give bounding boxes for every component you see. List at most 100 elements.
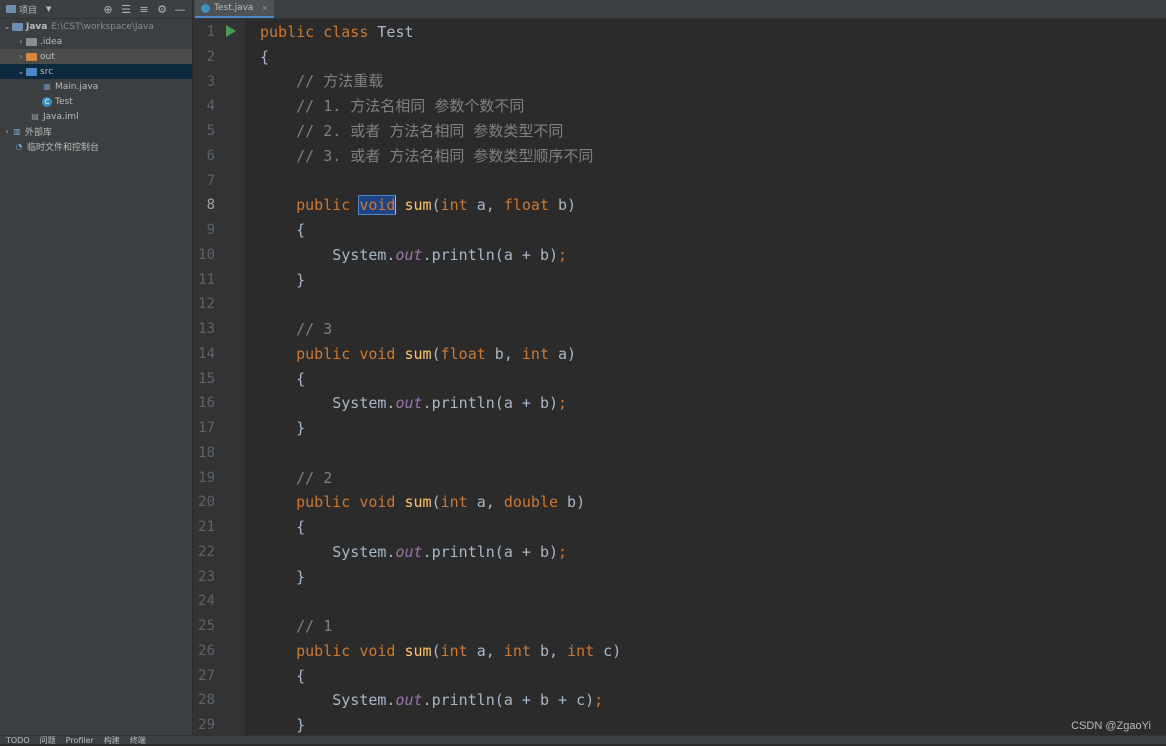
code-line-4: // 1. 方法名相同 参数个数不同 bbox=[260, 94, 524, 118]
paren: ( bbox=[431, 196, 441, 214]
tree-item-label: Test bbox=[55, 96, 73, 107]
method-name: sum bbox=[404, 642, 432, 660]
param: a, bbox=[467, 196, 504, 214]
brace: { bbox=[260, 48, 270, 66]
tree-item-out[interactable]: › out bbox=[0, 49, 192, 64]
brace: } bbox=[296, 419, 306, 437]
comment: // 3 bbox=[260, 320, 333, 338]
line-number: 15 bbox=[198, 370, 215, 387]
hide-icon[interactable]: — bbox=[174, 3, 186, 16]
tree-item-label: out bbox=[40, 51, 55, 62]
brace: } bbox=[296, 716, 306, 734]
tree-item-test[interactable]: C Test bbox=[0, 94, 192, 109]
tree-item-label: Main.java bbox=[55, 81, 99, 92]
module-folder-icon bbox=[12, 22, 23, 31]
line-number: 9 bbox=[206, 222, 215, 238]
class-ref: System. bbox=[332, 246, 396, 264]
code-line-27: { bbox=[260, 664, 305, 688]
tree-item-java-iml[interactable]: ▤ Java.iml bbox=[0, 109, 192, 124]
scratches-icon: ◔ bbox=[15, 142, 23, 151]
keyword: void bbox=[359, 493, 396, 511]
param: a, bbox=[467, 493, 504, 511]
code-line-3: // 方法重载 bbox=[260, 69, 383, 93]
text-caret bbox=[395, 196, 396, 214]
param: b) bbox=[549, 196, 577, 214]
keyword: int bbox=[503, 642, 531, 660]
project-tree: ⌄ Java E:\CST\workspace\Java › .idea › o… bbox=[0, 19, 192, 154]
comment: // 3. 或者 方法名相同 参数类型顺序不同 bbox=[260, 147, 594, 165]
tree-item-external-libraries[interactable]: › ▥ 外部库 bbox=[0, 124, 192, 139]
chevron-down-icon[interactable]: ⌄ bbox=[2, 22, 12, 31]
code-line-8: public void sum(int a, float b) bbox=[260, 193, 576, 217]
source-folder-icon bbox=[26, 67, 37, 76]
line-number: 20 bbox=[198, 494, 215, 511]
tree-item-java[interactable]: ⌄ Java E:\CST\workspace\Java bbox=[0, 19, 192, 34]
keyword: float bbox=[440, 345, 486, 363]
static-field: out bbox=[395, 394, 423, 412]
code-line-9: { bbox=[260, 218, 305, 242]
collapse-all-icon[interactable]: ≡ bbox=[138, 3, 150, 16]
chevron-right-icon[interactable]: › bbox=[16, 37, 26, 46]
keyword: int bbox=[567, 642, 595, 660]
expand-all-icon[interactable]: ☰ bbox=[120, 3, 132, 16]
project-icon bbox=[6, 5, 16, 13]
line-number: 27 bbox=[198, 667, 215, 684]
code-line-25: // 1 bbox=[260, 614, 332, 638]
keyword: float bbox=[503, 196, 549, 214]
line-number: 2 bbox=[206, 48, 215, 65]
tree-item-src[interactable]: ⌄ src bbox=[0, 64, 192, 79]
keyword: double bbox=[503, 493, 559, 511]
paren: ( bbox=[431, 345, 441, 363]
line-number: 16 bbox=[198, 395, 215, 412]
line-number: 14 bbox=[198, 345, 215, 362]
tree-item-scratches[interactable]: ◔ 临时文件和控制台 bbox=[0, 139, 192, 154]
comment: // 2 bbox=[260, 469, 333, 487]
keyword: void bbox=[359, 345, 396, 363]
tab-test-java[interactable]: Test.java ✕ bbox=[195, 0, 275, 18]
tree-item-label: Java bbox=[26, 21, 48, 32]
keyword: public bbox=[296, 493, 351, 511]
line-number: 13 bbox=[198, 321, 215, 337]
code-line-26: public void sum(int a, int b, int c) bbox=[260, 639, 621, 663]
tree-item-path: E:\CST\workspace\Java bbox=[51, 21, 154, 32]
line-number: 29 bbox=[198, 717, 215, 733]
gear-icon[interactable]: ⚙ bbox=[156, 3, 168, 16]
status-item-todo[interactable]: TODO bbox=[6, 736, 30, 745]
project-view-selector[interactable]: 项目 ▼ bbox=[0, 3, 51, 16]
close-icon[interactable]: ✕ bbox=[261, 4, 268, 13]
tree-item-idea[interactable]: › .idea bbox=[0, 34, 192, 49]
call: .println(a + b + c) bbox=[422, 691, 595, 709]
comment: // 1 bbox=[260, 617, 333, 635]
line-number: 18 bbox=[198, 444, 215, 461]
code-line-5: // 2. 或者 方法名相同 参数类型不同 bbox=[260, 119, 563, 143]
code-line-11: } bbox=[260, 268, 305, 292]
line-number: 11 bbox=[198, 271, 215, 288]
project-panel: 项目 ▼ ⊕ ☰ ≡ ⚙ — ⌄ Java E:\CST\workspace\J… bbox=[0, 0, 193, 744]
static-field: out bbox=[395, 543, 423, 561]
status-item-profiler[interactable]: Profiler bbox=[66, 736, 94, 745]
brace: } bbox=[296, 271, 306, 289]
line-number: 25 bbox=[198, 618, 215, 634]
code-line-15: { bbox=[260, 367, 305, 391]
chevron-right-icon[interactable]: › bbox=[16, 52, 26, 61]
code-line-6: // 3. 或者 方法名相同 参数类型顺序不同 bbox=[260, 144, 593, 168]
keyword: void bbox=[359, 642, 396, 660]
chevron-down-icon[interactable]: ⌄ bbox=[16, 67, 26, 76]
line-number: 4 bbox=[206, 98, 215, 115]
call: .println(a + b) bbox=[422, 543, 559, 561]
paren: ( bbox=[431, 493, 441, 511]
locate-icon[interactable]: ⊕ bbox=[102, 3, 114, 16]
code-line-16: System.out.println(a + b); bbox=[260, 391, 567, 415]
tree-item-label: src bbox=[40, 66, 54, 77]
keyword: int bbox=[440, 642, 468, 660]
class-ref: System. bbox=[332, 394, 396, 412]
line-number: 23 bbox=[198, 568, 215, 585]
call: .println(a + b) bbox=[422, 394, 559, 412]
tree-item-main-java[interactable]: ▦ Main.java bbox=[0, 79, 192, 94]
chevron-right-icon[interactable]: › bbox=[2, 127, 12, 136]
watermark: CSDN @ZgaoYi bbox=[1071, 720, 1151, 732]
param: b) bbox=[558, 493, 586, 511]
line-number: 3 bbox=[206, 73, 215, 90]
method-name: sum bbox=[404, 345, 432, 363]
run-icon[interactable] bbox=[226, 25, 236, 37]
